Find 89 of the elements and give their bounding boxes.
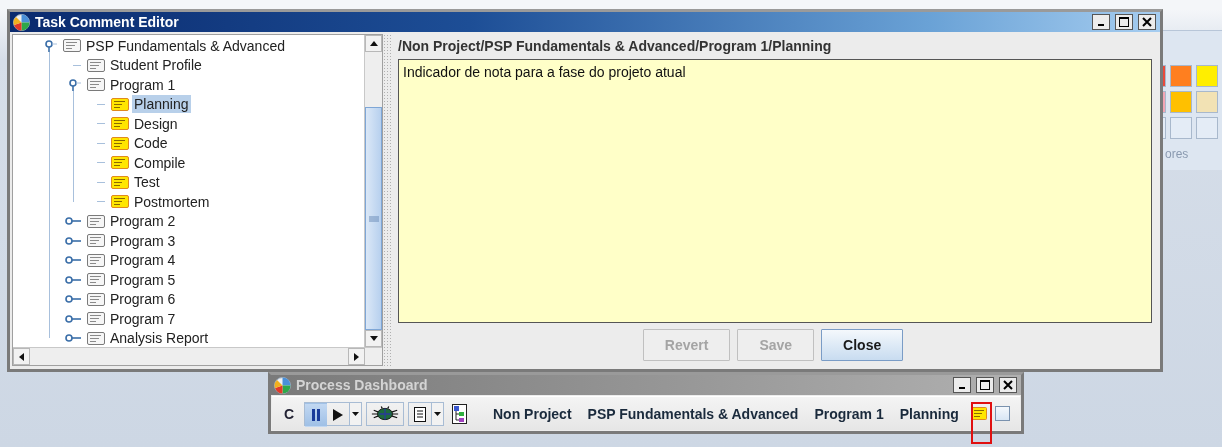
dropdown-button[interactable] [349, 402, 361, 425]
play-icon [332, 407, 344, 422]
group-caption: ores [1165, 147, 1190, 161]
close-icon [1142, 17, 1152, 27]
tree-item[interactable]: Program 3 [108, 231, 178, 250]
bug-icon [370, 405, 400, 422]
document-icon [87, 253, 105, 267]
expand-handle-icon[interactable] [65, 254, 81, 267]
tree-item[interactable]: Program 2 [108, 212, 178, 231]
tree-item[interactable]: Test [132, 173, 162, 192]
scroll-down-button[interactable] [365, 330, 382, 347]
color-swatch[interactable] [1196, 65, 1218, 87]
expand-handle-icon[interactable] [65, 332, 81, 345]
color-swatch[interactable] [1163, 91, 1166, 113]
expand-handle-icon[interactable] [65, 312, 81, 325]
close-button[interactable] [1138, 14, 1156, 30]
minimize-button[interactable] [953, 377, 971, 393]
path-button[interactable]: Planning [893, 405, 965, 422]
note-icon [111, 136, 129, 150]
completed-checkbox[interactable] [994, 406, 1010, 421]
document-icon [87, 292, 105, 306]
scroll-up-button[interactable] [365, 35, 382, 52]
tree-item[interactable]: Analysis Report [108, 329, 211, 347]
document-icon [87, 78, 105, 92]
tree-item[interactable]: Program 4 [108, 251, 178, 270]
expand-handle-icon[interactable] [65, 215, 81, 228]
caret-icon [434, 411, 441, 416]
path-button[interactable]: Program 1 [808, 405, 890, 422]
tree-item[interactable]: Program 6 [108, 290, 178, 309]
dropdown-button[interactable] [431, 402, 443, 425]
tree-item[interactable]: Postmortem [132, 192, 212, 211]
caret-icon [352, 411, 359, 416]
color-swatch[interactable] [1170, 65, 1192, 87]
minimize-button[interactable] [1092, 14, 1110, 30]
tree-item[interactable]: Code [132, 134, 170, 153]
close-button[interactable] [999, 377, 1017, 393]
close-icon [1003, 380, 1013, 390]
note-icon [111, 117, 129, 131]
color-swatch[interactable] [1163, 65, 1166, 87]
maximize-icon [1119, 17, 1129, 27]
maximize-icon [980, 380, 990, 390]
note-icon [111, 175, 129, 189]
expand-handle-icon[interactable] [65, 293, 81, 306]
document-icon [87, 234, 105, 248]
defect-button[interactable] [366, 401, 404, 426]
dialog-button[interactable]: Close [821, 329, 904, 361]
comment-field[interactable]: Indicador de nota para a fase do projeto atual [398, 59, 1152, 323]
hierarchy-icon [452, 403, 467, 424]
app-logo-icon [13, 13, 30, 31]
window-title: Task Comment Editor [35, 14, 180, 30]
task-path: /Non Project/PSP Fundamentals & Advanced/Program 1/Planning [398, 38, 833, 56]
scroll-right-button[interactable] [348, 348, 365, 365]
document-icon [63, 39, 81, 53]
pause-button[interactable] [305, 402, 327, 427]
color-swatch[interactable] [1170, 117, 1192, 139]
color-swatch[interactable] [1170, 91, 1192, 113]
note-icon [111, 97, 129, 111]
color-swatch[interactable] [1196, 91, 1218, 113]
tree-item[interactable]: Program 1 [108, 75, 178, 94]
document-icon [87, 331, 105, 345]
app-logo-icon [274, 376, 291, 394]
tree-item[interactable]: Student Profile [108, 56, 204, 75]
list-icon [414, 407, 426, 422]
maximize-button[interactable] [1115, 14, 1133, 30]
expand-handle-icon[interactable] [65, 273, 81, 286]
tree-item[interactable]: Compile [132, 153, 188, 172]
color-swatch[interactable] [1196, 117, 1218, 139]
tree-item[interactable]: Program 5 [108, 270, 178, 289]
path-button[interactable]: Non Project [487, 405, 578, 422]
tree-item[interactable]: Program 7 [108, 309, 178, 328]
window-title: Process Dashboard [296, 377, 429, 393]
maximize-button[interactable] [976, 377, 994, 393]
note-icon [111, 156, 129, 170]
expand-handle-icon[interactable] [65, 234, 81, 247]
document-icon [87, 58, 105, 72]
color-swatch[interactable] [1163, 117, 1166, 139]
scrollbar-thumb[interactable] [365, 107, 382, 330]
path-button[interactable]: PSP Fundamentals & Advanced [581, 405, 805, 422]
document-icon [87, 312, 105, 326]
document-icon [87, 214, 105, 228]
c-button[interactable]: C [278, 401, 300, 426]
tree-item[interactable]: Design [132, 114, 180, 133]
pause-icon [311, 407, 321, 422]
note-icon [111, 195, 129, 209]
tree-item[interactable]: PSP Fundamentals & Advanced [84, 36, 287, 55]
grip-icon [368, 215, 379, 222]
tree-item[interactable]: Planning [132, 95, 191, 114]
document-icon [87, 273, 105, 287]
scroll-left-button[interactable] [13, 348, 30, 365]
